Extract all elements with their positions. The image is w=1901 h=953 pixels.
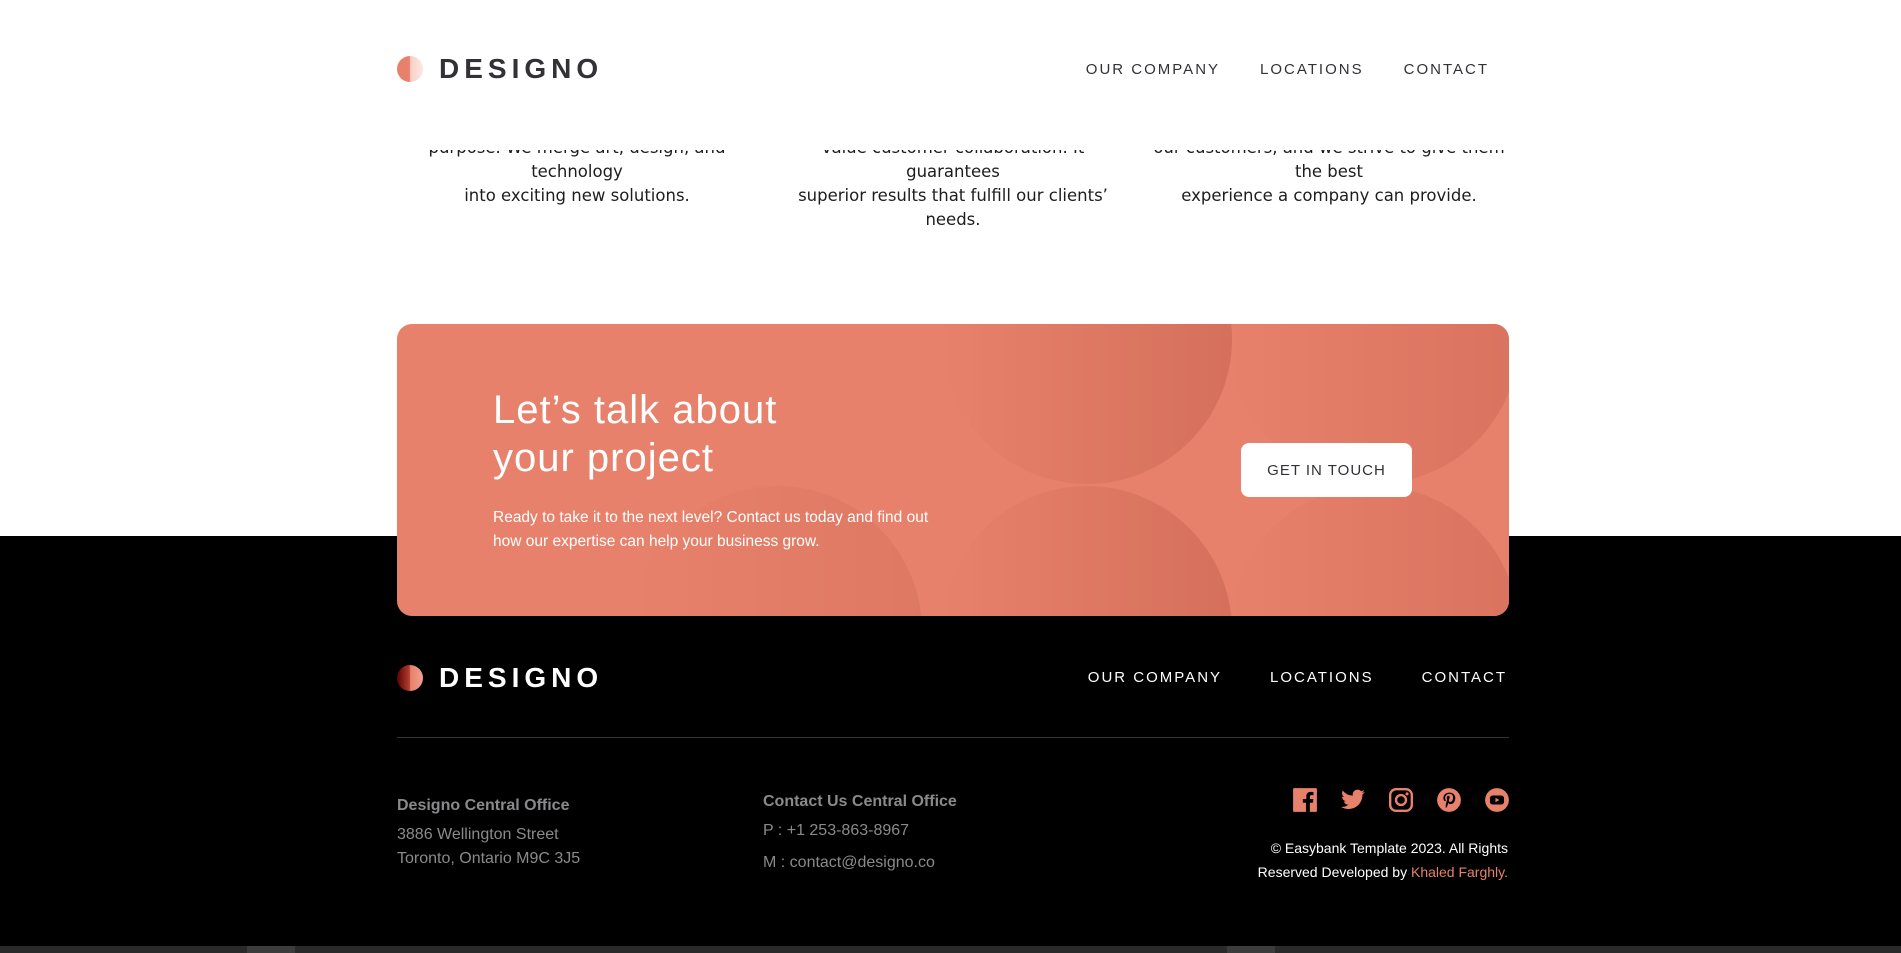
instagram-icon[interactable] [1387,786,1414,813]
nav-link-our-company[interactable]: OUR COMPANY [1086,61,1220,78]
copyright-line: Reserved Developed by Khaled Farghly. [1240,860,1508,884]
main-nav: OUR COMPANY LOCATIONS CONTACT [1086,61,1489,78]
cta-card: Let’s talk about your project Ready to t… [397,324,1509,616]
value-text-line: experience a company can provide. [1181,186,1477,205]
value-text-line: superior results that fulfill our client… [798,186,1108,229]
decorative-circle [942,324,1232,484]
decorative-circle [942,486,1232,616]
central-office-info: Designo Central Office 3886 Wellington S… [397,797,580,871]
footer-nav-link-locations[interactable]: LOCATIONS [1270,669,1374,686]
scrollbar-thumb[interactable] [247,946,295,953]
copyright-prefix: Reserved Developed by [1257,864,1411,880]
footer-nav: OUR COMPANY LOCATIONS CONTACT [1088,669,1507,686]
cta-description-line: how our expertise can help your business… [493,533,820,550]
footer-logo-text: DESIGNO [439,662,604,693]
footer-logo[interactable]: DESIGNO [397,662,603,694]
contact-office-info: Contact Us Central Office P : +1 253-863… [763,793,957,883]
value-text-line: into exciting new solutions. [464,186,690,205]
pinterest-icon[interactable] [1435,786,1462,813]
footer-nav-link-contact[interactable]: CONTACT [1422,669,1507,686]
contact-phone: P : +1 253-863-8967 [763,822,910,839]
nav-link-locations[interactable]: LOCATIONS [1260,61,1364,78]
twitter-icon[interactable] [1339,786,1366,813]
horizontal-scrollbar[interactable] [0,946,1901,953]
copyright-line: © Easybank Template 2023. All Rights [1270,840,1508,856]
site-header: DESIGNO OUR COMPANY LOCATIONS CONTACT [397,0,1509,150]
office-address-line: 3886 Wellington Street [397,826,559,843]
contact-office-title: Contact Us Central Office [763,793,957,810]
value-card-description: value customer collaboration. It guarant… [773,136,1133,232]
contact-email: M : contact@designo.co [763,854,935,871]
facebook-icon[interactable] [1291,786,1318,813]
youtube-icon[interactable] [1483,786,1510,813]
logo-mark-icon [397,56,423,82]
copyright: © Easybank Template 2023. All Rights Res… [1240,836,1508,884]
nav-link-contact[interactable]: CONTACT [1404,61,1489,78]
logo-mark-icon [397,665,423,691]
footer-nav-link-our-company[interactable]: OUR COMPANY [1088,669,1222,686]
logo-text: DESIGNO [439,53,604,84]
cta-description-line: Ready to take it to the next level? Cont… [493,509,929,526]
office-address-line: Toronto, Ontario M9C 3J5 [397,850,581,867]
decorative-circle [1229,486,1509,616]
scrollbar-thumb[interactable] [1227,946,1275,953]
logo[interactable]: DESIGNO [397,53,603,85]
cta-title: Let’s talk about your project [493,386,913,482]
office-title: Designo Central Office [397,797,570,814]
social-links [1291,786,1510,813]
get-in-touch-button[interactable]: GET IN TOUCH [1241,443,1412,497]
author-link[interactable]: Khaled Farghly. [1411,864,1508,880]
cta-title-line: Let’s talk about [493,388,778,432]
cta-description: Ready to take it to the next level? Cont… [493,506,933,554]
cta-title-line: your project [493,436,714,480]
footer-divider [397,737,1509,738]
